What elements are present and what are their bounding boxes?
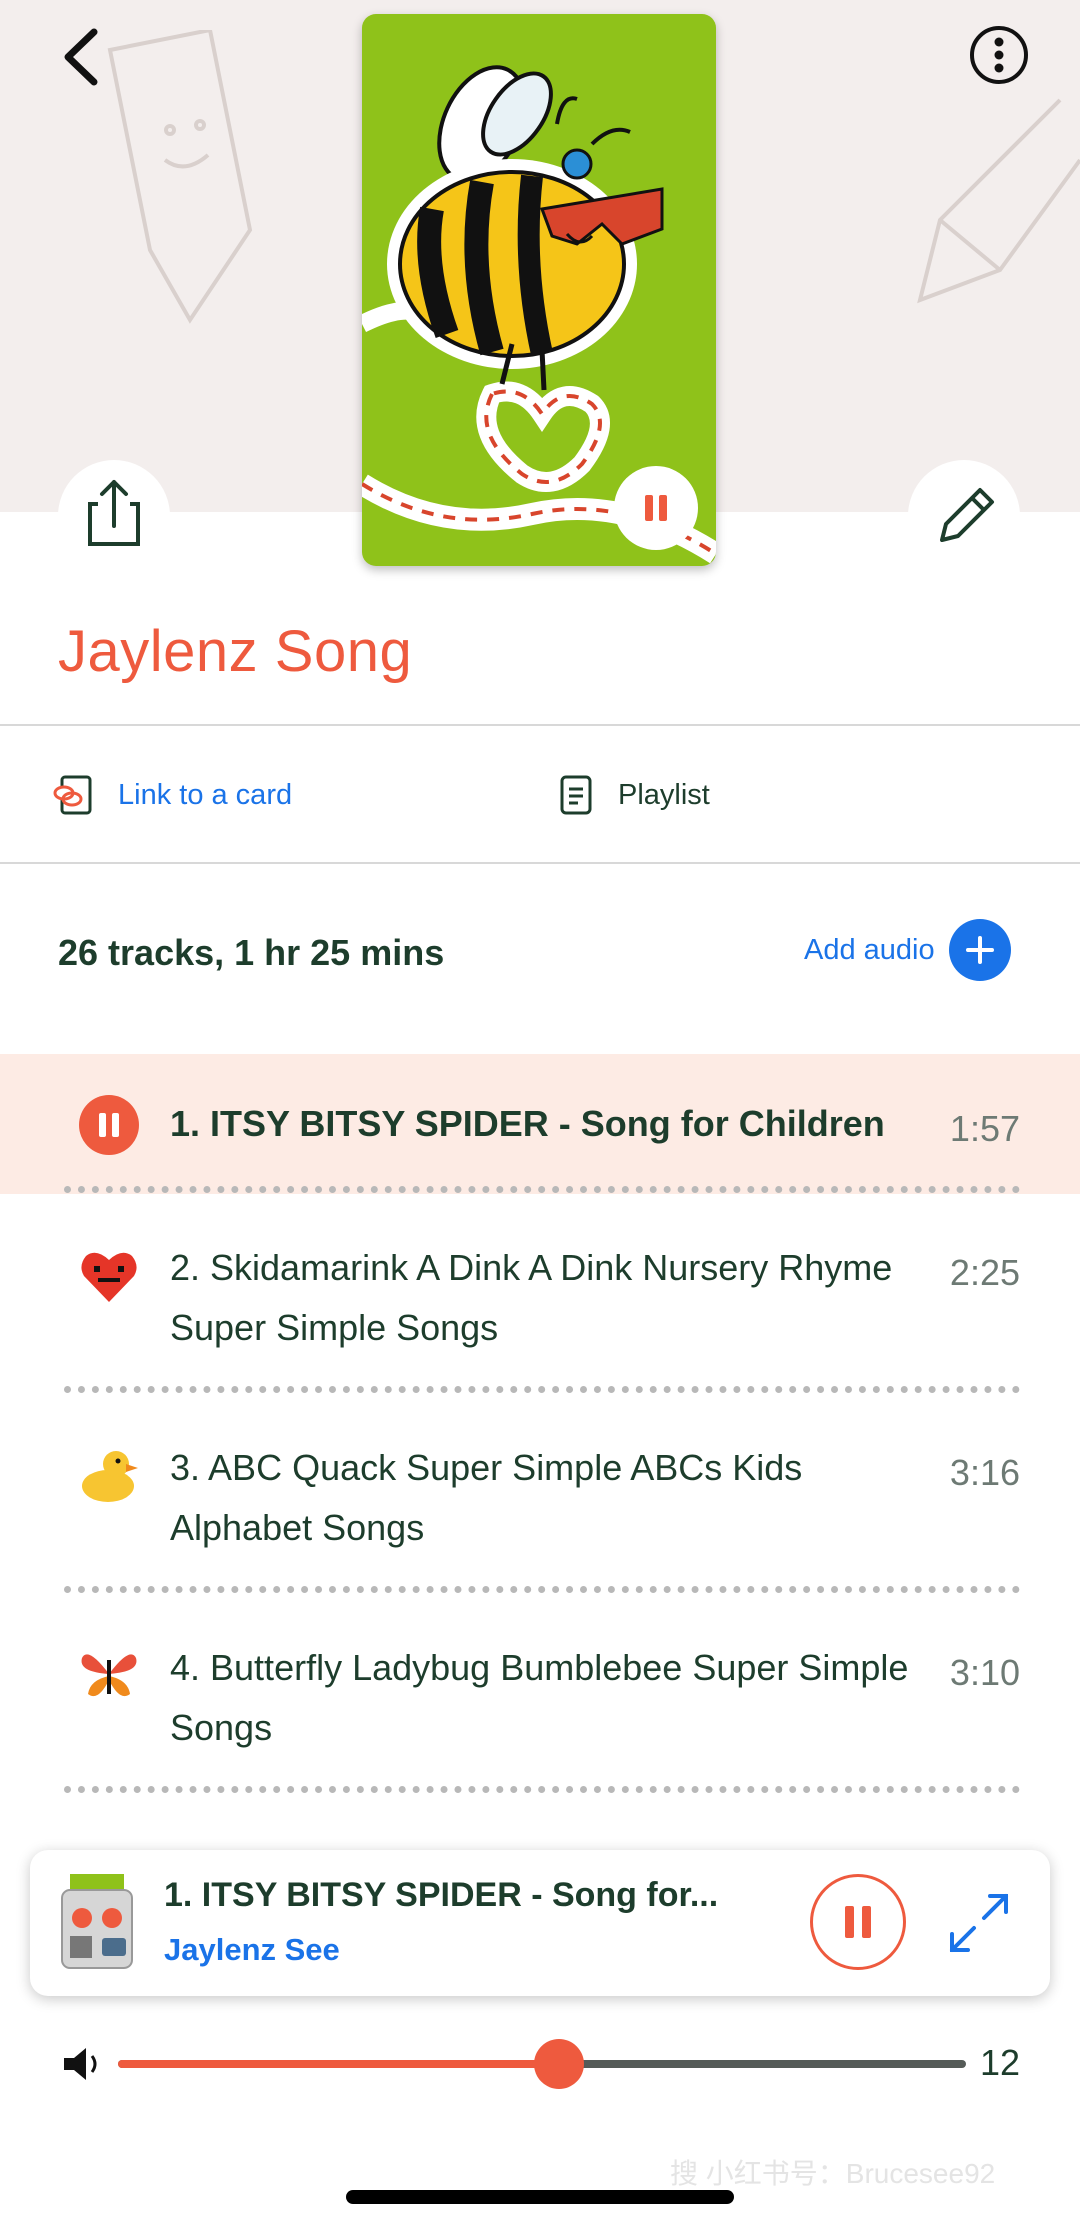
speaker-thumbnail <box>61 1874 133 1969</box>
link-card-icon <box>53 775 92 815</box>
heart-icon <box>81 1252 137 1302</box>
divider <box>0 862 1080 864</box>
pencil-icon <box>940 488 994 542</box>
add-audio-button[interactable]: Add audio <box>804 918 1011 982</box>
plus-icon <box>948 919 1011 981</box>
pause-icon[interactable] <box>78 1094 140 1156</box>
track-row[interactable]: 4. Butterfly Ladybug Bumblebee Super Sim… <box>0 1600 1080 1790</box>
track-title: 4. Butterfly Ladybug Bumblebee Super Sim… <box>170 1647 909 1748</box>
pencil-doodle-right <box>917 98 1080 304</box>
expand-icon[interactable] <box>944 1888 1014 1958</box>
home-indicator[interactable] <box>346 2190 734 2204</box>
track-title: 1. ITSY BITSY SPIDER - Song for Children <box>170 1103 885 1144</box>
row-separator <box>64 1386 1020 1393</box>
divider <box>0 724 1080 726</box>
mini-pause-button[interactable] <box>810 1874 906 1970</box>
share-icon <box>88 480 140 546</box>
now-playing-artist: Jaylenz See <box>164 1932 340 1967</box>
volume-icon <box>64 2048 97 2080</box>
track-duration: 3:16 <box>949 1452 1020 1493</box>
cover-pause-button[interactable] <box>614 466 698 550</box>
row-separator <box>64 1186 1020 1193</box>
share-button[interactable] <box>58 460 170 572</box>
duck-icon <box>82 1451 138 1502</box>
butterfly-icon <box>81 1654 137 1697</box>
track-title: 3. ABC Quack Super Simple ABCs Kids Alph… <box>170 1447 803 1548</box>
back-chevron-icon[interactable] <box>56 24 116 94</box>
playlist-button[interactable]: Playlist <box>556 728 710 862</box>
row-separator <box>64 1786 1020 1793</box>
playlist-title: Jaylenz Song <box>58 619 413 684</box>
track-row[interactable]: 2. Skidamarink A Dink A Dink Nursery Rhy… <box>0 1200 1080 1390</box>
volume-slider-fill <box>118 2060 559 2068</box>
document-icon <box>560 775 592 815</box>
link-to-card-button[interactable]: Link to a card <box>52 728 292 862</box>
track-duration: 3:10 <box>949 1652 1020 1693</box>
now-playing-title: 1. ITSY BITSY SPIDER - Song for... <box>164 1876 719 1914</box>
volume-slider[interactable] <box>118 2039 966 2089</box>
track-duration: 1:57 <box>949 1108 1020 1149</box>
track-row[interactable]: 3. ABC Quack Super Simple ABCs Kids Alph… <box>0 1400 1080 1590</box>
pause-icon <box>845 1906 871 1938</box>
track-duration: 2:25 <box>949 1252 1020 1293</box>
track-title: 2. Skidamarink A Dink A Dink Nursery Rhy… <box>170 1247 893 1348</box>
edit-button[interactable] <box>908 460 1020 572</box>
volume-value: 12 <box>980 2042 1021 2083</box>
add-audio-label: Add audio <box>804 933 935 966</box>
tracks-summary: 26 tracks, 1 hr 25 mins <box>58 932 445 973</box>
link-to-card-label: Link to a card <box>118 778 293 811</box>
track-row[interactable]: 1. ITSY BITSY SPIDER - Song for Children… <box>0 1054 1080 1194</box>
watermark: 搜 小红书号：Brucesee92 <box>670 2158 996 2189</box>
mini-player[interactable]: 1. ITSY BITSY SPIDER - Song for... Jayle… <box>30 1850 1050 1996</box>
more-options-icon[interactable] <box>968 24 1030 86</box>
playlist-label: Playlist <box>618 778 710 811</box>
row-separator <box>64 1586 1020 1593</box>
pause-icon <box>645 495 667 521</box>
volume-slider-thumb[interactable] <box>533 2039 584 2089</box>
playlist-actions-row: Link to a card Playlist <box>0 728 1080 862</box>
